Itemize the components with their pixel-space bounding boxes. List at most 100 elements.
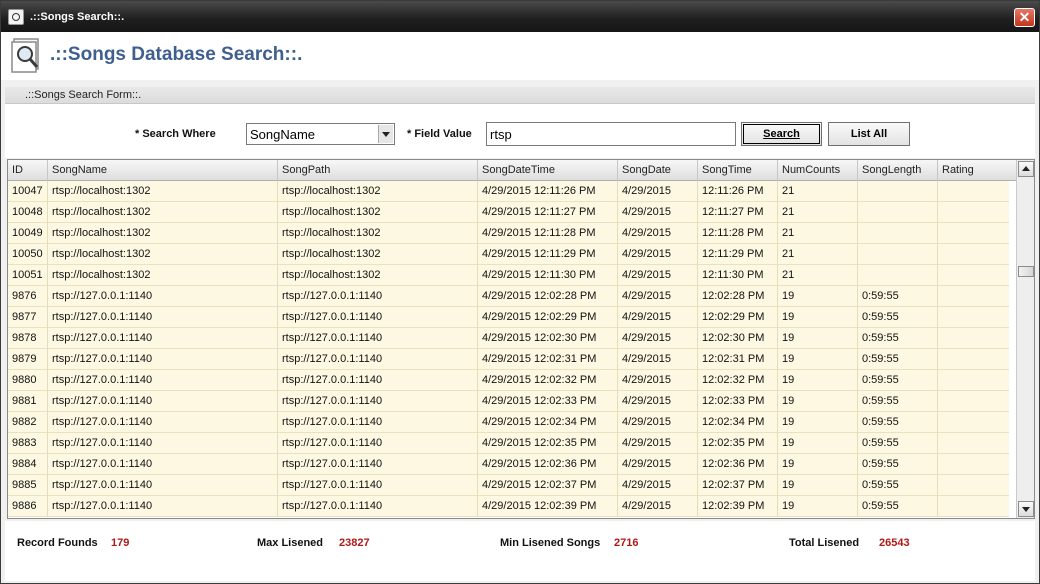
table-row[interactable]: 9886 rtsp://127.0.0.1:1140 rtsp://127.0.0.… bbox=[8, 496, 1017, 517]
cell-songpath: rtsp://127.0.0.1:1140 bbox=[278, 391, 478, 412]
cell-numcounts: 19 bbox=[778, 370, 858, 391]
cell-id: 9880 bbox=[8, 370, 48, 391]
cell-rating bbox=[938, 349, 1017, 370]
min-listened-label: Min Lisened Songs bbox=[500, 537, 601, 549]
cell-songlength: 0:59:55 bbox=[858, 286, 938, 307]
cell-id: 9884 bbox=[8, 454, 48, 475]
chevron-down-icon[interactable] bbox=[378, 125, 393, 143]
cell-songname: rtsp://localhost:1302 bbox=[48, 202, 278, 223]
cell-songdate: 4/29/2015 bbox=[618, 223, 698, 244]
table-row[interactable]: 10048 rtsp://localhost:1302 rtsp://localho… bbox=[8, 202, 1017, 223]
cell-songdatetime: 4/29/2015 12:02:39 PM bbox=[478, 496, 618, 517]
cell-songdate: 4/29/2015 bbox=[618, 265, 698, 286]
cell-rating bbox=[938, 412, 1017, 433]
cell-songdatetime: 4/29/2015 12:11:30 PM bbox=[478, 265, 618, 286]
cell-rating bbox=[938, 265, 1017, 286]
table-row[interactable]: 9880 rtsp://127.0.0.1:1140 rtsp://127.0.0.… bbox=[8, 370, 1017, 391]
cell-id: 9877 bbox=[8, 307, 48, 328]
list-all-button[interactable]: List All bbox=[828, 122, 910, 146]
search-button[interactable]: Search bbox=[741, 122, 822, 146]
grid-header: ID SongName SongPath SongDateTime SongDate So… bbox=[8, 160, 1017, 181]
column-header-rating[interactable]: Rating bbox=[938, 160, 1017, 181]
close-icon[interactable]: ✕ bbox=[1014, 8, 1035, 27]
search-where-combo[interactable]: SongName bbox=[246, 123, 395, 145]
cell-rating bbox=[938, 223, 1017, 244]
cell-songname: rtsp://localhost:1302 bbox=[48, 265, 278, 286]
cell-songlength bbox=[858, 244, 938, 265]
cell-numcounts: 19 bbox=[778, 454, 858, 475]
search-document-icon bbox=[8, 8, 24, 25]
cell-songpath: rtsp://127.0.0.1:1140 bbox=[278, 328, 478, 349]
cell-songpath: rtsp://127.0.0.1:1140 bbox=[278, 475, 478, 496]
cell-numcounts: 19 bbox=[778, 349, 858, 370]
cell-songname: rtsp://127.0.0.1:1140 bbox=[48, 496, 278, 517]
cell-id: 9882 bbox=[8, 412, 48, 433]
cell-songpath: rtsp://127.0.0.1:1140 bbox=[278, 349, 478, 370]
max-listened-label: Max Lisened bbox=[257, 537, 324, 549]
cell-numcounts: 19 bbox=[778, 286, 858, 307]
cell-songdate: 4/29/2015 bbox=[618, 181, 698, 202]
cell-songdate: 4/29/2015 bbox=[618, 412, 698, 433]
cell-numcounts: 19 bbox=[778, 475, 858, 496]
table-row[interactable]: 9885 rtsp://127.0.0.1:1140 rtsp://127.0.0.… bbox=[8, 475, 1017, 496]
table-row[interactable]: 9882 rtsp://127.0.0.1:1140 rtsp://127.0.0.… bbox=[8, 412, 1017, 433]
cell-songname: rtsp://127.0.0.1:1140 bbox=[48, 349, 278, 370]
cell-songname: rtsp://127.0.0.1:1140 bbox=[48, 454, 278, 475]
songs-grid[interactable]: ID SongName SongPath SongDateTime SongDate So… bbox=[7, 159, 1035, 519]
column-header-songdatetime[interactable]: SongDateTime bbox=[478, 160, 618, 181]
cell-songtime: 12:02:39 PM bbox=[698, 496, 778, 517]
table-row[interactable]: 9877 rtsp://127.0.0.1:1140 rtsp://127.0.0.… bbox=[8, 307, 1017, 328]
cell-songpath: rtsp://localhost:1302 bbox=[278, 223, 478, 244]
cell-numcounts: 19 bbox=[778, 412, 858, 433]
cell-songpath: rtsp://localhost:1302 bbox=[278, 265, 478, 286]
cell-rating bbox=[938, 328, 1017, 349]
cell-songtime: 12:02:37 PM bbox=[698, 475, 778, 496]
column-header-id[interactable]: ID bbox=[8, 160, 48, 181]
table-row[interactable]: 9876 rtsp://127.0.0.1:1140 rtsp://127.0.0.… bbox=[8, 286, 1017, 307]
magnifier-document-icon bbox=[11, 38, 39, 73]
vertical-scrollbar[interactable] bbox=[1016, 160, 1034, 518]
cell-songname: rtsp://127.0.0.1:1140 bbox=[48, 391, 278, 412]
table-row[interactable]: 9883 rtsp://127.0.0.1:1140 rtsp://127.0.0.… bbox=[8, 433, 1017, 454]
table-row[interactable]: 9879 rtsp://127.0.0.1:1140 rtsp://127.0.0.… bbox=[8, 349, 1017, 370]
cell-songlength bbox=[858, 202, 938, 223]
cell-rating bbox=[938, 181, 1017, 202]
scroll-thumb[interactable] bbox=[1018, 266, 1034, 277]
table-row[interactable]: 10050 rtsp://localhost:1302 rtsp://localho… bbox=[8, 244, 1017, 265]
field-value-input[interactable] bbox=[486, 122, 736, 146]
cell-songlength bbox=[858, 181, 938, 202]
cell-songpath: rtsp://localhost:1302 bbox=[278, 181, 478, 202]
table-row[interactable]: 9878 rtsp://127.0.0.1:1140 rtsp://127.0.0.… bbox=[8, 328, 1017, 349]
cell-songdatetime: 4/29/2015 12:02:31 PM bbox=[478, 349, 618, 370]
cell-songlength: 0:59:55 bbox=[858, 370, 938, 391]
title-bar[interactable]: .::Songs Search::. ✕ bbox=[1, 1, 1039, 32]
cell-songdate: 4/29/2015 bbox=[618, 307, 698, 328]
scroll-down-icon[interactable] bbox=[1018, 501, 1034, 517]
cell-songtime: 12:11:30 PM bbox=[698, 265, 778, 286]
cell-songlength: 0:59:55 bbox=[858, 307, 938, 328]
cell-songname: rtsp://127.0.0.1:1140 bbox=[48, 370, 278, 391]
cell-songdatetime: 4/29/2015 12:02:34 PM bbox=[478, 412, 618, 433]
table-row[interactable]: 9881 rtsp://127.0.0.1:1140 rtsp://127.0.0.… bbox=[8, 391, 1017, 412]
table-row[interactable]: 9884 rtsp://127.0.0.1:1140 rtsp://127.0.0.… bbox=[8, 454, 1017, 475]
cell-songtime: 12:11:29 PM bbox=[698, 244, 778, 265]
cell-numcounts: 19 bbox=[778, 328, 858, 349]
search-where-label: * Search Where bbox=[135, 128, 216, 140]
table-row[interactable]: 10047 rtsp://localhost:1302 rtsp://localho… bbox=[8, 181, 1017, 202]
cell-songdatetime: 4/29/2015 12:02:35 PM bbox=[478, 433, 618, 454]
cell-songtime: 12:02:36 PM bbox=[698, 454, 778, 475]
cell-id: 9886 bbox=[8, 496, 48, 517]
column-header-songname[interactable]: SongName bbox=[48, 160, 278, 181]
search-form: * Search Where SongName * Field Value Se… bbox=[5, 104, 1035, 158]
cell-rating bbox=[938, 454, 1017, 475]
cell-songdate: 4/29/2015 bbox=[618, 349, 698, 370]
column-header-songlength[interactable]: SongLength bbox=[858, 160, 938, 181]
cell-songname: rtsp://127.0.0.1:1140 bbox=[48, 433, 278, 454]
table-row[interactable]: 10051 rtsp://localhost:1302 rtsp://localho… bbox=[8, 265, 1017, 286]
column-header-numcounts[interactable]: NumCounts bbox=[778, 160, 858, 181]
scroll-up-icon[interactable] bbox=[1018, 161, 1034, 177]
column-header-songdate[interactable]: SongDate bbox=[618, 160, 698, 181]
column-header-songtime[interactable]: SongTime bbox=[698, 160, 778, 181]
column-header-songpath[interactable]: SongPath bbox=[278, 160, 478, 181]
table-row[interactable]: 10049 rtsp://localhost:1302 rtsp://localho… bbox=[8, 223, 1017, 244]
